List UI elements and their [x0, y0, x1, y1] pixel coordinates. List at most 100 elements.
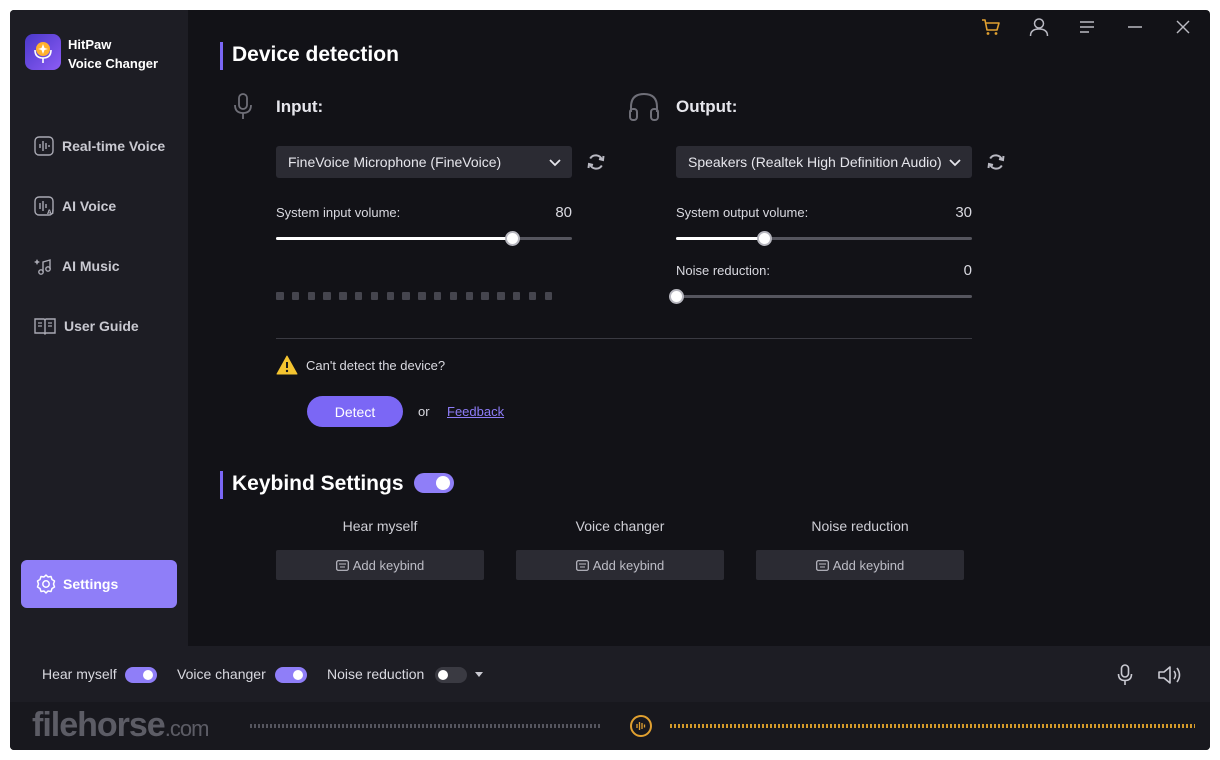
gear-icon [36, 574, 56, 594]
watermark-suffix: .com [164, 716, 210, 741]
sidebar-item-real-time-voice[interactable]: Real-time Voice [34, 134, 165, 158]
slider-thumb[interactable] [668, 289, 684, 304]
device-detection-title: Device detection [232, 43, 399, 66]
cart-icon[interactable] [980, 16, 1002, 38]
sidebar-item-label: AI Music [62, 258, 120, 274]
watermark-text: filehorse [32, 706, 166, 744]
input-level-meter [276, 292, 553, 300]
refresh-output-icon[interactable] [986, 152, 1006, 172]
add-keybind-label: Add keybind [832, 557, 905, 573]
keybind-settings-title: Keybind Settings [232, 472, 404, 495]
sidebar: HitPaw Voice Changer Real-time Voice AI … [10, 10, 188, 646]
level-dot [449, 292, 458, 300]
microphone-icon[interactable] [1116, 663, 1134, 687]
add-keybind-label: Add keybind [352, 557, 425, 573]
add-keybind-noise-reduction-button[interactable]: Add keybind [756, 550, 964, 580]
output-device-value: Speakers (Realtek High Definition Audio) [688, 154, 942, 170]
output-label: Output: [676, 97, 738, 116]
detect-button[interactable]: Detect [307, 396, 403, 427]
level-dot [339, 292, 347, 300]
level-dot [497, 292, 505, 300]
refresh-input-icon[interactable] [586, 152, 606, 172]
user-icon[interactable] [1028, 16, 1050, 38]
keyboard-icon [815, 559, 829, 571]
chevron-down-icon [549, 159, 561, 167]
level-dot [276, 292, 284, 300]
app-name-line2: Voice Changer [68, 56, 159, 71]
section-accent-bar [220, 42, 223, 70]
voice-changer-toggle[interactable] [275, 667, 307, 683]
sidebar-item-ai-music[interactable]: AI Music [34, 254, 120, 278]
book-icon [34, 318, 56, 335]
warning-text: Can't detect the device? [306, 357, 446, 373]
svg-text:AI: AI [47, 209, 54, 216]
output-volume-label: System output volume: [676, 205, 809, 220]
app-name: HitPaw Voice Changer [68, 35, 158, 73]
sidebar-item-ai-voice[interactable]: AI AI Voice [34, 194, 116, 218]
waveform-center-icon [630, 715, 652, 737]
output-volume-slider[interactable] [676, 231, 972, 246]
input-device-select[interactable]: FineVoice Microphone (FineVoice) [276, 146, 572, 178]
level-dot [402, 292, 410, 300]
settings-label: Settings [63, 576, 119, 592]
watermark-logo: filehorse.com [32, 706, 210, 745]
level-dot [291, 292, 300, 300]
hear-myself-toggle[interactable] [125, 667, 157, 683]
add-keybind-hear-myself-button[interactable]: Add keybind [276, 550, 484, 580]
keybind-label-noise-reduction: Noise reduction [811, 518, 909, 534]
close-icon[interactable] [1172, 16, 1194, 38]
app-window: HitPaw Voice Changer Real-time Voice AI … [10, 10, 1210, 750]
input-label: Input: [276, 97, 324, 116]
menu-icon[interactable] [1076, 16, 1098, 38]
toggle-knob [438, 670, 448, 680]
sidebar-item-label: Real-time Voice [62, 138, 166, 154]
add-keybind-voice-changer-button[interactable]: Add keybind [516, 550, 724, 580]
microphone-logo-icon [34, 42, 52, 63]
slider-fill [276, 237, 513, 240]
toggle-knob [436, 476, 450, 490]
sidebar-item-label: AI Voice [62, 198, 117, 214]
caret-down-icon[interactable] [475, 672, 483, 678]
input-volume-slider[interactable] [276, 231, 572, 246]
level-dot [544, 292, 553, 300]
audio-waveform-bar: filehorse.com [10, 702, 1210, 750]
keybind-settings-toggle[interactable] [414, 473, 454, 493]
sidebar-item-user-guide[interactable]: User Guide [34, 314, 139, 338]
slider-thumb[interactable] [757, 231, 773, 246]
level-dot [418, 292, 426, 300]
level-dot [512, 292, 521, 300]
sidebar-item-settings[interactable]: Settings [21, 560, 177, 608]
add-keybind-label: Add keybind [592, 557, 665, 573]
bottom-control-bar: Hear myself Voice changer Noise reductio… [10, 646, 1210, 702]
ai-voice-icon: AI [34, 196, 54, 216]
speaker-icon[interactable] [1157, 664, 1183, 686]
noise-reduction-slider[interactable] [668, 289, 972, 304]
music-note-icon [34, 259, 51, 275]
level-dot [370, 292, 379, 300]
keyboard-icon [335, 559, 349, 571]
output-volume-value: 30 [955, 204, 972, 221]
microphone-icon [234, 93, 252, 119]
app-logo [25, 34, 61, 70]
input-volume-value: 80 [555, 204, 572, 221]
feedback-link[interactable]: Feedback [447, 404, 504, 419]
chevron-down-icon [949, 159, 961, 167]
slider-thumb[interactable] [505, 231, 521, 246]
output-device-select[interactable]: Speakers (Realtek High Definition Audio) [676, 146, 972, 178]
keybind-label-hear-myself: Hear myself [342, 518, 418, 534]
level-dot [528, 292, 537, 300]
waveform-active [670, 724, 1195, 728]
level-dot [433, 292, 442, 300]
noise-reduction-toggle[interactable] [435, 667, 467, 683]
waveform-icon [34, 136, 54, 156]
level-dot [386, 292, 395, 300]
toggle-knob [143, 670, 153, 680]
level-dot [307, 292, 316, 300]
divider [276, 338, 972, 339]
voice-changer-label: Voice changer [177, 666, 266, 682]
sidebar-item-label: User Guide [64, 318, 139, 334]
hear-myself-label: Hear myself [42, 666, 117, 682]
level-dot [481, 292, 489, 300]
toggle-knob [293, 670, 303, 680]
minimize-icon[interactable] [1124, 16, 1146, 38]
